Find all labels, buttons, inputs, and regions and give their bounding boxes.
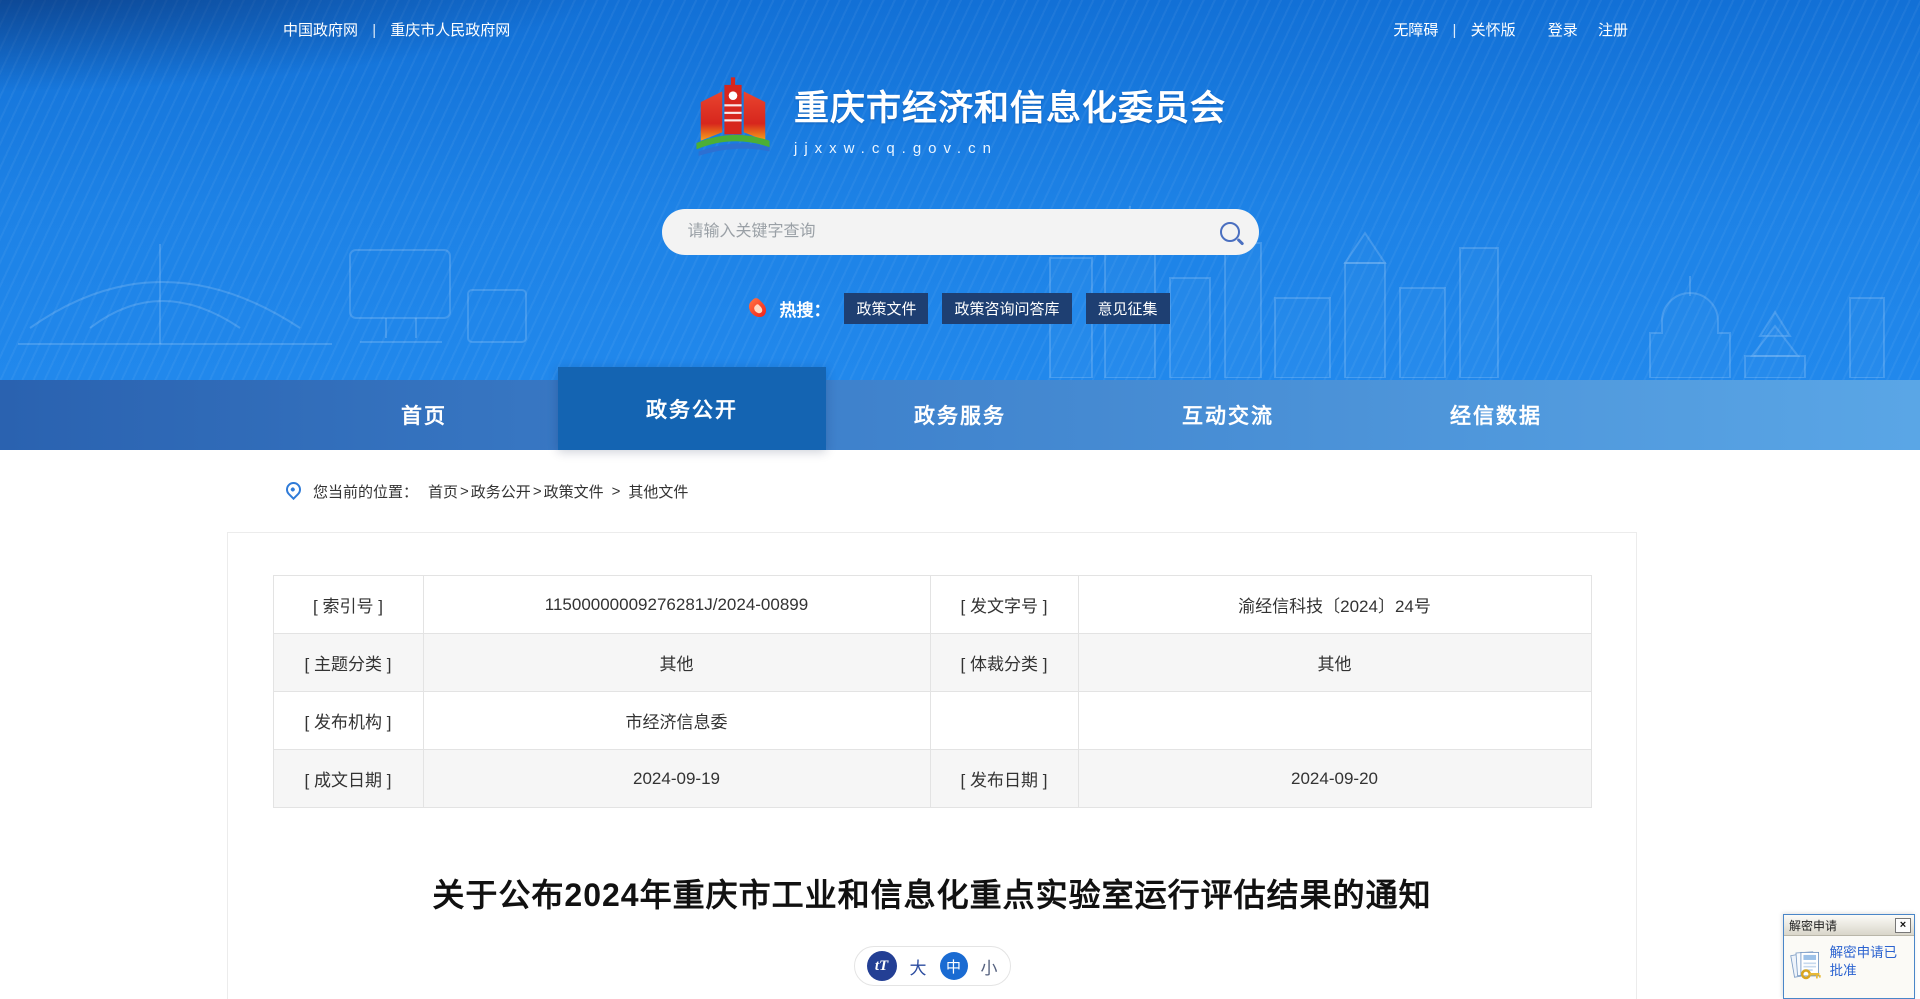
breadcrumb-separator: > xyxy=(533,483,542,500)
meta-value-genre-class: 其他 xyxy=(1078,634,1591,692)
top-utility-bar: 中国政府网 | 重庆市人民政府网 无障碍 | 关怀版 登录 注册 xyxy=(0,0,1920,58)
breadcrumb: 您当前的位置： 首页 > 政务公开 > 政策文件 > 其他文件 xyxy=(0,450,1920,532)
topbar-separator: | xyxy=(1453,22,1457,39)
breadcrumb-separator: > xyxy=(460,483,469,500)
table-row: [ 发布机构 ] 市经济信息委 xyxy=(273,692,1591,750)
location-pin-icon xyxy=(283,478,304,499)
main-nav: 首页 政务公开 政务服务 互动交流 经信数据 xyxy=(0,380,1920,450)
article-title: 关于公布2024年重庆市工业和信息化重点实验室运行评估结果的通知 xyxy=(228,870,1636,916)
site-title: 重庆市经济和信息化委员会 xyxy=(794,80,1226,131)
hot-search-row: 热搜： 政策文件 政策咨询问答库 意见征集 xyxy=(0,293,1920,324)
topbar-separator: | xyxy=(372,22,376,39)
doc-meta-table: [ 索引号 ] 11500000009276281J/2024-00899 [ … xyxy=(273,575,1592,808)
nav-item-interaction[interactable]: 互动交流 xyxy=(1094,380,1362,450)
meta-label-genre-class: [ 体裁分类 ] xyxy=(930,634,1078,692)
meta-label-index-no: [ 索引号 ] xyxy=(273,576,423,634)
site-domain: jjxxw.cq.gov.cn xyxy=(794,140,1226,157)
breadcrumb-separator: > xyxy=(612,483,621,500)
meta-value-publish-date: 2024-09-20 xyxy=(1078,750,1591,808)
meta-value-empty xyxy=(1078,692,1591,750)
link-cq-gov[interactable]: 重庆市人民政府网 xyxy=(390,22,510,39)
font-size-medium-button[interactable]: 中 xyxy=(940,952,968,980)
meta-value-publisher: 市经济信息委 xyxy=(423,692,930,750)
search-row xyxy=(0,209,1920,255)
decrypt-popup: 解密申请 × 解密 xyxy=(1783,914,1915,999)
hot-link-opinion-collect[interactable]: 意见征集 xyxy=(1086,293,1170,324)
popup-title: 解密申请 xyxy=(1789,917,1837,934)
document-key-icon xyxy=(1790,944,1824,986)
content-card: [ 索引号 ] 11500000009276281J/2024-00899 [ … xyxy=(227,532,1637,999)
meta-label-publish-date: [ 发布日期 ] xyxy=(930,750,1078,808)
popup-titlebar: 解密申请 × xyxy=(1784,915,1914,936)
link-care-version[interactable]: 关怀版 xyxy=(1471,22,1516,39)
link-login[interactable]: 登录 xyxy=(1548,22,1578,39)
meta-label-doc-no: [ 发文字号 ] xyxy=(930,576,1078,634)
popup-body: 解密申请已批准 xyxy=(1784,936,1914,998)
link-register[interactable]: 注册 xyxy=(1598,22,1628,39)
brand-text: 重庆市经济和信息化委员会 jjxxw.cq.gov.cn xyxy=(794,72,1226,157)
font-size-icon: tT xyxy=(867,951,897,981)
hot-link-policy-files[interactable]: 政策文件 xyxy=(844,293,928,324)
decrypt-approved-link[interactable]: 解密申请已批准 xyxy=(1830,944,1909,980)
breadcrumb-prefix: 您当前的位置： xyxy=(313,481,418,502)
link-accessibility[interactable]: 无障碍 xyxy=(1393,22,1438,39)
meta-value-doc-no: 渝经信科技〔2024〕24号 xyxy=(1078,576,1591,634)
hot-search-label: 热搜： xyxy=(779,296,830,321)
table-row: [ 索引号 ] 11500000009276281J/2024-00899 [ … xyxy=(273,576,1591,634)
nav-item-gov-service[interactable]: 政务服务 xyxy=(826,380,1094,450)
cityscape-decoration xyxy=(0,178,1920,378)
breadcrumb-home[interactable]: 首页 xyxy=(428,481,458,502)
meta-label-written-date: [ 成文日期 ] xyxy=(273,750,423,808)
meta-label-publisher: [ 发布机构 ] xyxy=(273,692,423,750)
page-root: 中国政府网 | 重庆市人民政府网 无障碍 | 关怀版 登录 注册 xyxy=(0,0,1920,999)
nav-item-data[interactable]: 经信数据 xyxy=(1362,380,1630,450)
search-box xyxy=(662,209,1259,255)
topbar-right-links: 无障碍 | 关怀版 登录 注册 xyxy=(1393,19,1628,40)
flame-icon xyxy=(746,296,770,320)
popup-close-button[interactable]: × xyxy=(1895,918,1911,933)
search-icon xyxy=(1220,222,1240,242)
meta-value-written-date: 2024-09-19 xyxy=(423,750,930,808)
breadcrumb-policy-files[interactable]: 政策文件 xyxy=(544,481,604,502)
meta-value-index-no: 11500000009276281J/2024-00899 xyxy=(423,576,930,634)
search-input[interactable] xyxy=(686,222,1209,242)
table-row: [ 主题分类 ] 其他 [ 体裁分类 ] 其他 xyxy=(273,634,1591,692)
font-size-control: tT 大 中 小 xyxy=(854,946,1011,986)
nav-item-gov-open[interactable]: 政务公开 xyxy=(558,367,826,450)
nav-item-home[interactable]: 首页 xyxy=(290,380,558,450)
topbar-left-links: 中国政府网 | 重庆市人民政府网 xyxy=(283,19,510,40)
font-size-small-button[interactable]: 小 xyxy=(981,954,998,979)
link-china-gov[interactable]: 中国政府网 xyxy=(283,22,358,39)
close-icon: × xyxy=(1900,920,1906,931)
meta-label-topic-class: [ 主题分类 ] xyxy=(273,634,423,692)
site-header: 中国政府网 | 重庆市人民政府网 无障碍 | 关怀版 登录 注册 xyxy=(0,0,1920,380)
site-logo-icon xyxy=(694,72,772,158)
meta-value-topic-class: 其他 xyxy=(423,634,930,692)
breadcrumb-gov-open[interactable]: 政务公开 xyxy=(471,481,531,502)
table-row: [ 成文日期 ] 2024-09-19 [ 发布日期 ] 2024-09-20 xyxy=(273,750,1591,808)
hot-link-policy-qa[interactable]: 政策咨询问答库 xyxy=(942,293,1071,324)
font-size-large-button[interactable]: 大 xyxy=(910,954,927,979)
meta-label-empty xyxy=(930,692,1078,750)
brand-area: 重庆市经济和信息化委员会 jjxxw.cq.gov.cn xyxy=(0,72,1920,158)
breadcrumb-other-files[interactable]: 其他文件 xyxy=(628,481,688,502)
search-button[interactable] xyxy=(1209,211,1251,253)
